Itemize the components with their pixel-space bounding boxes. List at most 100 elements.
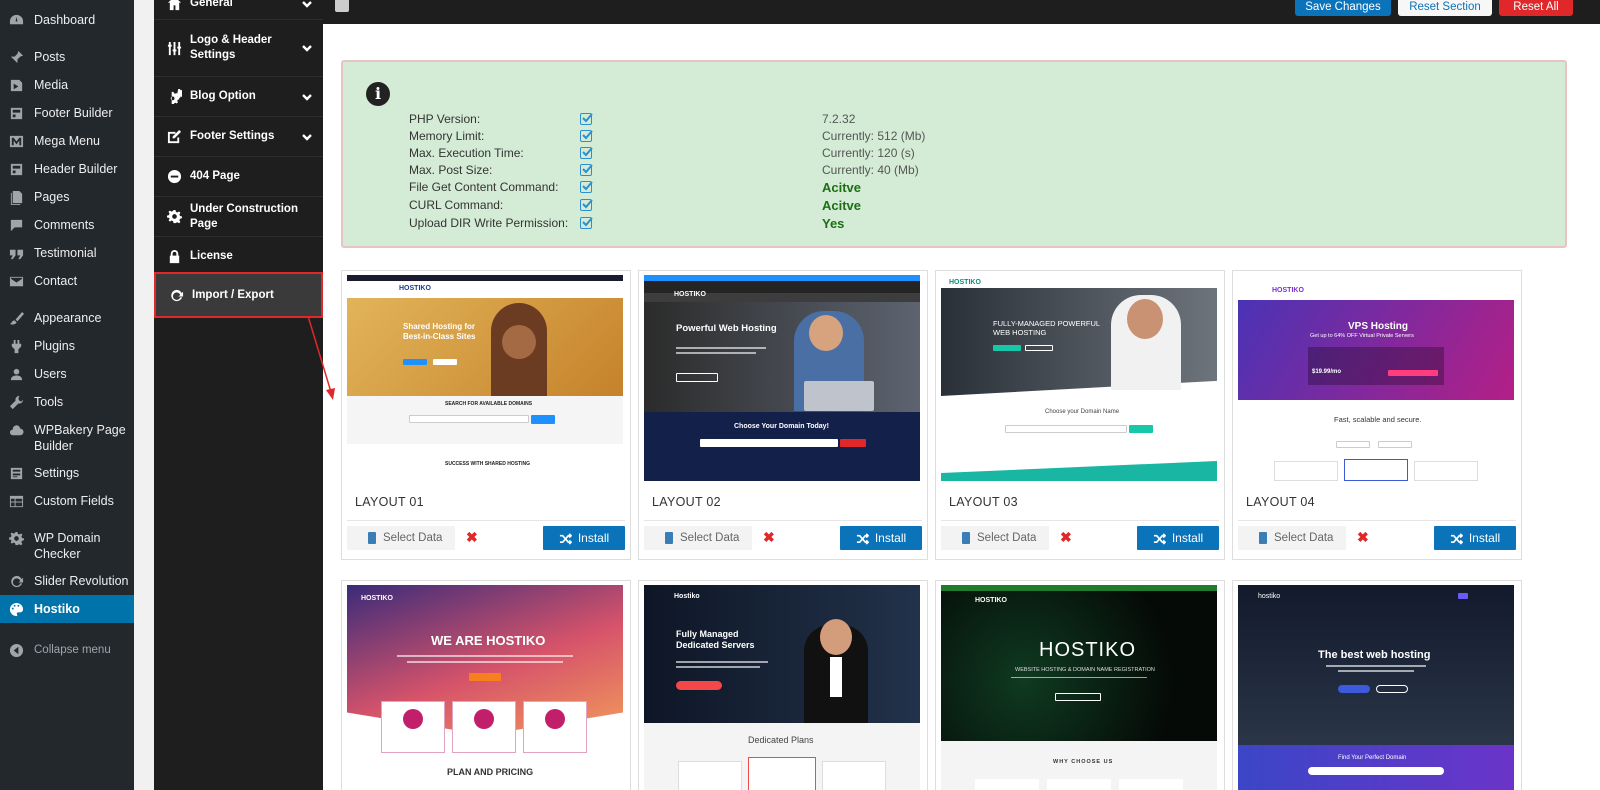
install-button[interactable]: Install	[543, 526, 625, 550]
layout-preview-image[interactable]: HOSTIKO VPS Hosting Get up to 64% OFF Virt…	[1238, 275, 1514, 481]
thumb-text: HOSTIKO	[1272, 287, 1304, 294]
plug-icon	[8, 338, 24, 354]
install-button[interactable]: Install	[840, 526, 922, 550]
wp-menu-item-users[interactable]: Users	[0, 366, 134, 382]
reset-section-button[interactable]: Reset Section	[1398, 0, 1492, 16]
select-data-button[interactable]: Select Data	[347, 526, 455, 550]
option-tab-footer-settings[interactable]: Footer Settings	[154, 117, 323, 157]
annotation-arrow	[307, 315, 335, 400]
wp-menu-label: Header Builder	[34, 162, 118, 176]
thumb-text: HOSTIKO	[949, 279, 981, 286]
check-icon	[580, 130, 593, 142]
wp-menu-label: Users	[34, 367, 67, 381]
wp-menu-item-mega-menu[interactable]: Mega Menu	[0, 133, 134, 149]
layout-preview-image[interactable]: HOSTIKO FULLY-MANAGED POWERFUL WEB HOSTIN…	[941, 275, 1217, 481]
wp-menu-item-appearance[interactable]: Appearance	[0, 310, 134, 326]
wp-menu-label: Media	[34, 78, 69, 92]
option-tab-blog-option[interactable]: Blog Option	[154, 77, 323, 117]
wp-menu-item-pages[interactable]: Pages	[0, 189, 134, 205]
delete-icon[interactable]: ✖	[1060, 529, 1072, 546]
chevron-down-icon[interactable]	[301, 131, 313, 143]
check-icon	[580, 199, 593, 211]
wp-menu-item-plugins[interactable]: Plugins	[0, 338, 134, 354]
select-data-label: Select Data	[680, 532, 740, 544]
system-info-label: CURL Command:	[409, 198, 504, 212]
reset-all-button[interactable]: Reset All	[1499, 0, 1573, 16]
wp-menu-item-slider-revolution[interactable]: Slider Revolution	[0, 573, 134, 589]
chevron-down-icon[interactable]	[301, 42, 313, 54]
check-icon	[580, 113, 593, 125]
theme-options-panel: General Logo & Header Settings Blog Option…	[154, 0, 323, 790]
layout-card: HOSTIKO FULLY-MANAGED POWERFUL WEB HOSTIN…	[935, 270, 1225, 560]
wp-menu-item-settings[interactable]: Settings	[0, 465, 134, 481]
layout-preview-image[interactable]: hostiko The best web hosting Find Your Per…	[1238, 585, 1514, 790]
divider	[644, 520, 922, 521]
chevron-down-icon[interactable]	[301, 91, 313, 103]
delete-icon[interactable]: ✖	[466, 529, 478, 546]
install-button[interactable]: Install	[1137, 526, 1219, 550]
scrollbar[interactable]	[1586, 24, 1600, 790]
select-data-button[interactable]: Select Data	[941, 526, 1049, 550]
option-tab-label: General	[190, 0, 233, 9]
layout-card: HOSTIKO Shared Hosting for Best-in-Class …	[341, 270, 631, 560]
wp-menu-label: Custom Fields	[34, 494, 114, 508]
wp-menu-item-testimonial[interactable]: Testimonial	[0, 245, 134, 261]
layout-preview-image[interactable]: HOSTIKO Powerful Web Hosting Choose Your D…	[644, 275, 920, 481]
wp-menu-item-footer-builder[interactable]: Footer Builder	[0, 105, 134, 121]
chevron-down-icon[interactable]	[301, 0, 313, 10]
system-info-label: PHP Version:	[409, 112, 481, 126]
thumb-text: Powerful Web Hosting	[676, 323, 777, 334]
wp-menu-item-tools[interactable]: Tools	[0, 394, 134, 410]
settings-icon	[8, 465, 24, 481]
thumb-text: SUCCESS WITH SHARED HOSTING	[445, 461, 531, 467]
dashboard-icon	[8, 12, 24, 28]
layout-preview-image[interactable]: HOSTIKO HOSTIKO WEBSITE HOSTING & DOMAIN N…	[941, 585, 1217, 790]
layout-preview-image[interactable]: Hostiko Fully Managed Dedicated Servers De…	[644, 585, 920, 790]
wp-menu-item-contact[interactable]: Contact	[0, 273, 134, 289]
option-tab-import-export[interactable]: Import / Export	[154, 272, 323, 318]
system-info-value: Currently: 512 (Mb)	[822, 129, 926, 143]
wp-menu-label: Tools	[34, 395, 64, 409]
info-icon: i	[366, 82, 390, 106]
wp-menu-item-wp-domain-checker[interactable]: WP Domain Checker	[0, 530, 134, 562]
delete-icon[interactable]: ✖	[1357, 529, 1369, 546]
wp-admin-sidebar: Dashboard Posts Media Footer Builder Mega Me…	[0, 0, 134, 790]
wp-menu-item-dashboard[interactable]: Dashboard	[0, 12, 134, 28]
wp-menu-label: WP Domain Checker	[34, 531, 101, 561]
wp-menu-item-comments[interactable]: Comments	[0, 217, 134, 233]
layout-preview-image[interactable]: HOSTIKO WE ARE HOSTIKO PLAN AND PRICING	[347, 585, 623, 790]
install-button[interactable]: Install	[1434, 526, 1516, 550]
thumb-text: HOSTIKO	[361, 595, 393, 602]
wp-menu-item-hostiko[interactable]: Hostiko	[0, 595, 134, 623]
save-changes-button[interactable]: Save Changes	[1295, 0, 1391, 16]
option-tab-404-page[interactable]: 404 Page	[154, 157, 323, 197]
layout-card: HOSTIKO WE ARE HOSTIKO PLAN AND PRICING	[341, 580, 631, 790]
document-icon[interactable]	[335, 0, 349, 12]
option-tab-license[interactable]: License	[154, 237, 323, 277]
delete-icon[interactable]: ✖	[763, 529, 775, 546]
wp-menu-item-media[interactable]: Media	[0, 77, 134, 93]
media-icon	[8, 77, 24, 93]
builder-icon	[8, 161, 24, 177]
edit-icon	[166, 129, 182, 145]
select-data-button[interactable]: Select Data	[1238, 526, 1346, 550]
thumb-text: $19.99/mo	[1312, 369, 1342, 375]
collapse-menu-button[interactable]: Collapse menu	[0, 642, 134, 658]
wp-menu-label: Settings	[34, 466, 80, 480]
layout-title: LAYOUT 03	[949, 495, 1018, 509]
brush-icon	[8, 310, 24, 326]
option-tab-logo-header-settings[interactable]: Logo & Header Settings	[154, 20, 323, 77]
system-info-label: Max. Post Size:	[409, 163, 493, 177]
select-data-label: Select Data	[977, 532, 1037, 544]
system-info-value: Currently: 120 (s)	[822, 146, 915, 160]
option-tab-under-construction-page[interactable]: Under Construction Page	[154, 197, 323, 237]
wp-menu-item-header-builder[interactable]: Header Builder	[0, 161, 134, 177]
select-data-button[interactable]: Select Data	[644, 526, 752, 550]
layout-preview-image[interactable]: HOSTIKO Shared Hosting for Best-in-Class …	[347, 275, 623, 481]
wp-menu-item-custom-fields[interactable]: Custom Fields	[0, 493, 134, 509]
shuffle-icon	[1450, 532, 1469, 545]
thumb-text: WEBSITE HOSTING & DOMAIN NAME REGISTRATI…	[1015, 667, 1155, 673]
wp-menu-item-posts[interactable]: Posts	[0, 49, 134, 65]
wp-menu-item-wpbakery-page-builder[interactable]: WPBakery Page Builder	[0, 422, 134, 454]
option-tab-general[interactable]: General	[154, 0, 323, 20]
